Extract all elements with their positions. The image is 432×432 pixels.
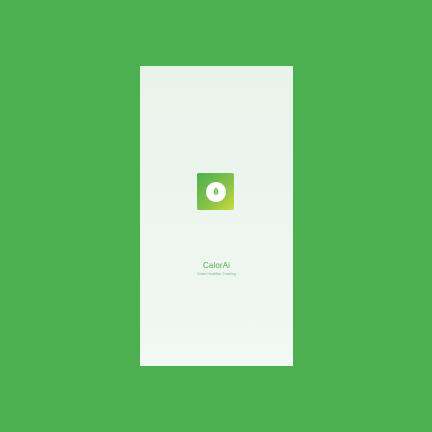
logo-badge [205,181,226,202]
app-name: CalorAi [203,261,230,270]
app-background: { "app": { "name": "CalorAi", "tagline":… [0,0,432,432]
splash-screen: CalorAi Smart Healthier Tracking [140,66,293,366]
leaf-icon [213,187,218,197]
app-logo [197,173,234,210]
app-tagline: Smart Healthier Tracking [197,272,236,276]
